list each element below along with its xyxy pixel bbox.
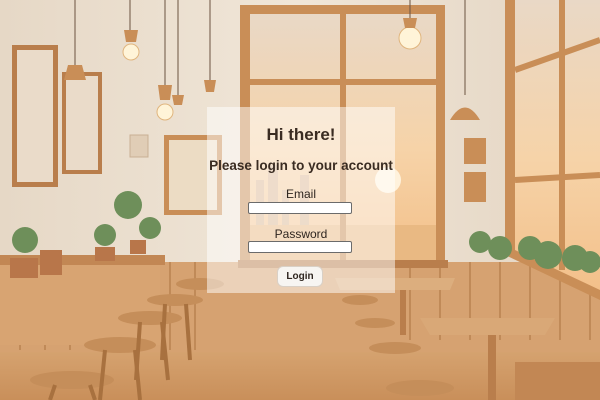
email-field[interactable] [248,202,352,214]
password-label: Password [274,227,328,241]
email-label: Email [285,187,316,201]
greeting-heading: Hi there! [266,125,336,144]
login-button[interactable]: Login [277,266,323,287]
login-subtitle: Please login to your account [209,158,393,173]
password-field[interactable] [248,241,352,253]
